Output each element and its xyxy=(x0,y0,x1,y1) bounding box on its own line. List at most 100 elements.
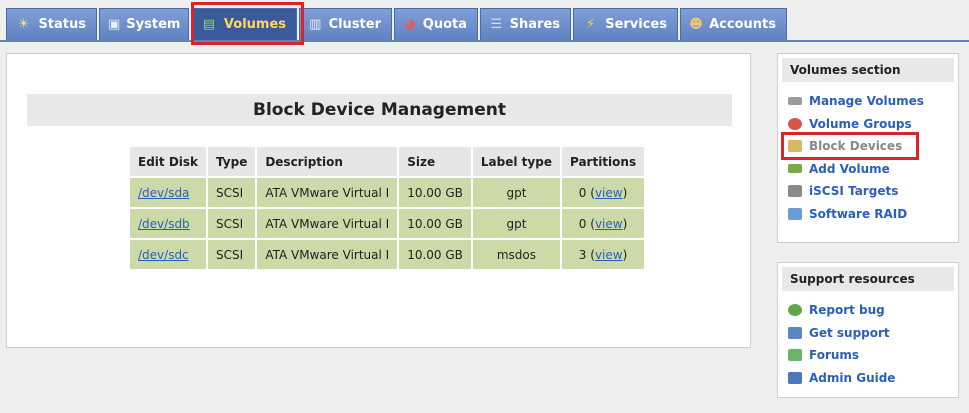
column-header: Size xyxy=(399,147,471,176)
view-partitions-link[interactable]: view xyxy=(595,217,623,231)
iscsi-icon xyxy=(788,185,802,198)
tab-status[interactable]: ☀ Status xyxy=(6,8,97,40)
column-header: Edit Disk xyxy=(130,147,207,176)
column-header: Label type xyxy=(472,147,560,176)
block-device-table: Edit Disk Type Description Size Label ty… xyxy=(128,145,646,271)
support-icon xyxy=(788,326,802,339)
sidebar-item-label: Report bug xyxy=(809,303,885,318)
tab-services[interactable]: ⚡ Services xyxy=(573,8,678,40)
sidebar-item-label: Add Volume xyxy=(809,161,890,176)
volumes-section-box: Volumes section Manage Volumes Volume Gr… xyxy=(777,53,959,243)
partitions-count: 0 ( xyxy=(578,185,595,200)
disk-link[interactable]: /dev/sdc xyxy=(138,248,189,262)
sidebar-item-label: iSCSI Targets xyxy=(809,184,899,199)
description-cell: ATA VMware Virtual I xyxy=(257,240,398,269)
sidebar-item-label: Software RAID xyxy=(809,206,908,221)
tab-label: Quota xyxy=(422,17,467,32)
table-row: /dev/sda SCSI ATA VMware Virtual I 10.00… xyxy=(130,178,645,207)
main-panel: Block Device Management Edit Disk Type D… xyxy=(6,53,751,348)
tab-label: Cluster xyxy=(328,17,381,32)
sidebar-item-block-devices[interactable]: Block Devices xyxy=(788,135,958,158)
sidebar-item-get-support[interactable]: Get support xyxy=(788,322,958,345)
page-title: Block Device Management xyxy=(27,94,732,126)
tab-volumes[interactable]: ▤ Volumes xyxy=(191,8,297,40)
description-cell: ATA VMware Virtual I xyxy=(257,209,398,238)
partitions-cell: 3 (view) xyxy=(561,240,645,269)
shares-icon: ☰ xyxy=(490,17,503,32)
disk-link[interactable]: /dev/sda xyxy=(138,186,189,200)
type-cell: SCSI xyxy=(208,178,256,207)
sidebar-item-label: Volume Groups xyxy=(809,116,912,131)
column-header: Type xyxy=(208,147,256,176)
size-cell: 10.00 GB xyxy=(399,240,471,269)
tab-quota[interactable]: ◕ Quota xyxy=(394,8,478,40)
sidebar-item-admin-guide[interactable]: Admin Guide xyxy=(788,367,958,390)
support-resources-box: Support resources Report bug Get support… xyxy=(777,262,959,398)
sidebar-item-software-raid[interactable]: Software RAID xyxy=(788,203,958,226)
drive-icon xyxy=(788,97,802,106)
monitor-icon: ▣ xyxy=(108,17,121,32)
type-cell: SCSI xyxy=(208,240,256,269)
tab-label: Services xyxy=(605,17,667,32)
sidebar-item-label: Manage Volumes xyxy=(809,94,924,109)
lightning-icon: ⚡ xyxy=(586,17,596,32)
book-icon xyxy=(788,371,802,384)
partitions-cell: 0 (view) xyxy=(561,178,645,207)
tab-label: Shares xyxy=(509,17,560,32)
type-cell: SCSI xyxy=(208,209,256,238)
block-device-icon xyxy=(788,140,802,153)
tab-system[interactable]: ▣ System xyxy=(99,8,189,40)
main-tabs: ☀ Status ▣ System ▤ Volumes ▥ Cluster ◕ … xyxy=(6,8,787,40)
add-drive-icon xyxy=(788,164,802,174)
sidebar-item-label: Get support xyxy=(809,325,890,340)
sidebar-item-forums[interactable]: Forums xyxy=(788,344,958,367)
tab-underline xyxy=(0,40,969,42)
disk-link[interactable]: /dev/sdb xyxy=(138,217,190,231)
view-partitions-link[interactable]: view xyxy=(595,186,623,200)
partitions-count: 3 ( xyxy=(578,247,595,262)
label-type-cell: msdos xyxy=(472,240,560,269)
tab-shares[interactable]: ☰ Shares xyxy=(480,8,571,40)
support-section-title: Support resources xyxy=(782,267,954,291)
pie-icon: ◕ xyxy=(404,17,416,32)
tab-label: System xyxy=(126,17,181,32)
bug-icon xyxy=(788,304,802,317)
tab-label: Accounts xyxy=(709,17,776,32)
disk-icon: ▤ xyxy=(202,17,216,32)
sidebar-item-report-bug[interactable]: Report bug xyxy=(788,299,958,322)
view-partitions-link[interactable]: view xyxy=(595,248,623,262)
label-type-cell: gpt xyxy=(472,178,560,207)
users-icon: ☻ xyxy=(689,17,703,32)
partitions-close: ) xyxy=(622,216,628,231)
sidebar-item-label: Forums xyxy=(809,348,860,363)
cluster-icon: ▥ xyxy=(309,17,322,32)
sidebar-item-label: Admin Guide xyxy=(809,370,896,385)
column-header: Description xyxy=(257,147,398,176)
partitions-count: 0 ( xyxy=(578,216,595,231)
tab-label: Volumes xyxy=(223,17,286,32)
tab-cluster[interactable]: ▥ Cluster xyxy=(299,8,392,40)
sun-icon: ☀ xyxy=(17,17,30,32)
sidebar-item-volume-groups[interactable]: Volume Groups xyxy=(788,113,958,136)
size-cell: 10.00 GB xyxy=(399,209,471,238)
raid-icon xyxy=(788,207,802,220)
partitions-close: ) xyxy=(622,185,628,200)
sidebar-item-add-volume[interactable]: Add Volume xyxy=(788,158,958,181)
tab-label: Status xyxy=(38,17,86,32)
size-cell: 10.00 GB xyxy=(399,178,471,207)
partitions-cell: 0 (view) xyxy=(561,209,645,238)
table-header-row: Edit Disk Type Description Size Label ty… xyxy=(130,147,645,176)
tab-accounts[interactable]: ☻ Accounts xyxy=(680,8,787,40)
label-type-cell: gpt xyxy=(472,209,560,238)
partitions-close: ) xyxy=(622,247,628,262)
description-cell: ATA VMware Virtual I xyxy=(257,178,398,207)
group-icon xyxy=(788,117,802,130)
sidebar-item-label: Block Devices xyxy=(809,139,903,154)
sidebar-item-iscsi-targets[interactable]: iSCSI Targets xyxy=(788,180,958,203)
sidebar-item-manage-volumes[interactable]: Manage Volumes xyxy=(788,90,958,113)
column-header: Partitions xyxy=(561,147,645,176)
volumes-section-title: Volumes section xyxy=(782,58,954,82)
forums-icon xyxy=(788,349,802,362)
table-row: /dev/sdc SCSI ATA VMware Virtual I 10.00… xyxy=(130,240,645,269)
table-row: /dev/sdb SCSI ATA VMware Virtual I 10.00… xyxy=(130,209,645,238)
